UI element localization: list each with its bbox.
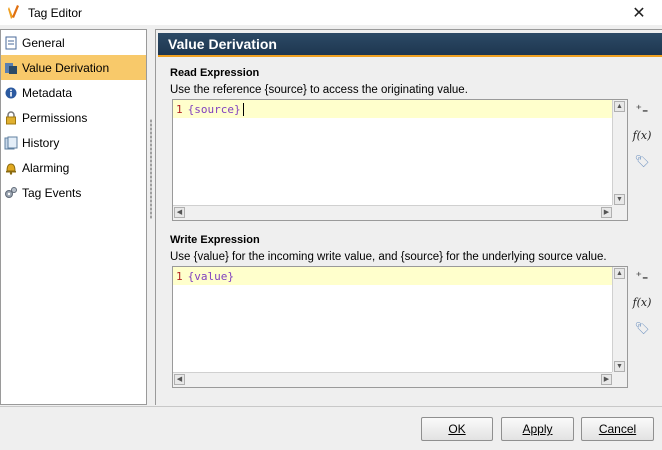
- lock-icon: [4, 110, 18, 125]
- horizontal-scrollbar[interactable]: ◀ ▶: [173, 372, 613, 387]
- sidebar-item-label: Metadata: [22, 85, 73, 100]
- apply-button[interactable]: Apply: [501, 417, 574, 441]
- sidebar-item-label: History: [22, 135, 60, 150]
- sidebar-item-label: Value Derivation: [22, 60, 110, 75]
- sidebar-item-value-derivation[interactable]: Value Derivation: [1, 55, 146, 80]
- line-number: 1: [176, 102, 183, 116]
- sidebar-item-general[interactable]: General: [1, 30, 146, 55]
- vertical-scrollbar[interactable]: ▲ ▼: [612, 267, 627, 373]
- sidebar-item-permissions[interactable]: Permissions: [1, 105, 146, 130]
- ok-button[interactable]: OK: [421, 417, 493, 441]
- section-header: Value Derivation: [158, 33, 662, 57]
- write-expression-code: {value}: [187, 269, 234, 283]
- title-bar: Tag Editor ✕: [0, 0, 662, 25]
- sidebar-item-label: Tag Events: [22, 185, 82, 200]
- insert-reference-button[interactable]: ⁺₌: [632, 99, 652, 119]
- horizontal-scrollbar[interactable]: ◀ ▶: [173, 205, 613, 220]
- read-expression-description: Use the reference {source} to access the…: [170, 84, 468, 96]
- info-icon: [4, 86, 18, 100]
- footer-divider: [0, 406, 662, 407]
- scroll-up-button[interactable]: ▲: [614, 101, 625, 112]
- editor-line: 1 {value}: [173, 267, 613, 285]
- function-icon: f(x): [632, 295, 652, 309]
- insert-reference-button[interactable]: ⁺₌: [632, 266, 652, 286]
- sidebar-item-metadata[interactable]: Metadata: [1, 80, 146, 105]
- insert-function-button[interactable]: f(x): [632, 125, 652, 145]
- scroll-left-button[interactable]: ◀: [174, 374, 185, 385]
- read-expression-editor[interactable]: 1 {source} ▲ ▼ ◀ ▶: [172, 99, 628, 221]
- sidebar: General Value Derivation Metadata Permis…: [0, 29, 147, 405]
- insert-tag-button[interactable]: 🏷: [632, 318, 652, 338]
- window-title: Tag Editor: [28, 5, 83, 20]
- document-icon: [4, 36, 18, 50]
- scroll-down-button[interactable]: ▼: [614, 361, 625, 372]
- splitter-grip: [150, 119, 152, 219]
- tag-icon: 🏷: [634, 154, 650, 168]
- scroll-left-button[interactable]: ◀: [174, 207, 185, 218]
- gears-icon: [4, 186, 18, 200]
- insert-reference-icon: ⁺₌: [635, 102, 649, 116]
- tag-editor-icon: [8, 4, 19, 19]
- read-expression-code: {source}: [187, 102, 241, 116]
- insert-function-button[interactable]: f(x): [632, 292, 652, 312]
- write-expression-editor[interactable]: 1 {value} ▲ ▼ ◀ ▶: [172, 266, 628, 388]
- scroll-down-button[interactable]: ▼: [614, 194, 625, 205]
- tag-icon: 🏷: [634, 321, 650, 335]
- insert-tag-button[interactable]: 🏷: [632, 151, 652, 171]
- scroll-corner: [612, 205, 627, 220]
- text-caret: [242, 102, 244, 116]
- write-expression-tools: ⁺₌ f(x) 🏷: [632, 266, 656, 344]
- line-number: 1: [176, 269, 183, 283]
- close-icon: ✕: [632, 4, 646, 22]
- splitter-handle[interactable]: [148, 29, 154, 405]
- function-icon: f(x): [632, 128, 652, 142]
- cancel-button[interactable]: Cancel: [581, 417, 654, 441]
- write-expression-description: Use {value} for the incoming write value…: [170, 251, 607, 263]
- vertical-scrollbar[interactable]: ▲ ▼: [612, 100, 627, 206]
- editor-line: 1 {source}: [173, 100, 613, 118]
- insert-reference-icon: ⁺₌: [635, 269, 649, 283]
- main-panel: Value Derivation Read Expression Use the…: [155, 29, 662, 405]
- sidebar-item-alarming[interactable]: Alarming: [1, 155, 146, 180]
- scroll-corner: [612, 372, 627, 387]
- write-expression-label: Write Expression: [170, 234, 260, 246]
- bell-icon: [4, 161, 18, 175]
- sidebar-item-history[interactable]: History: [1, 130, 146, 155]
- sidebar-item-label: General: [22, 35, 65, 50]
- scroll-up-button[interactable]: ▲: [614, 268, 625, 279]
- derivation-icon: [4, 61, 18, 75]
- history-icon: [4, 136, 18, 150]
- scroll-right-button[interactable]: ▶: [601, 207, 612, 218]
- scroll-right-button[interactable]: ▶: [601, 374, 612, 385]
- sidebar-item-label: Permissions: [22, 110, 88, 125]
- read-expression-tools: ⁺₌ f(x) 🏷: [632, 99, 656, 177]
- sidebar-item-label: Alarming: [22, 160, 70, 175]
- sidebar-item-tag-events[interactable]: Tag Events: [1, 180, 146, 205]
- window-body: General Value Derivation Metadata Permis…: [0, 25, 662, 450]
- read-expression-label: Read Expression: [170, 67, 260, 79]
- close-button[interactable]: ✕: [616, 0, 662, 25]
